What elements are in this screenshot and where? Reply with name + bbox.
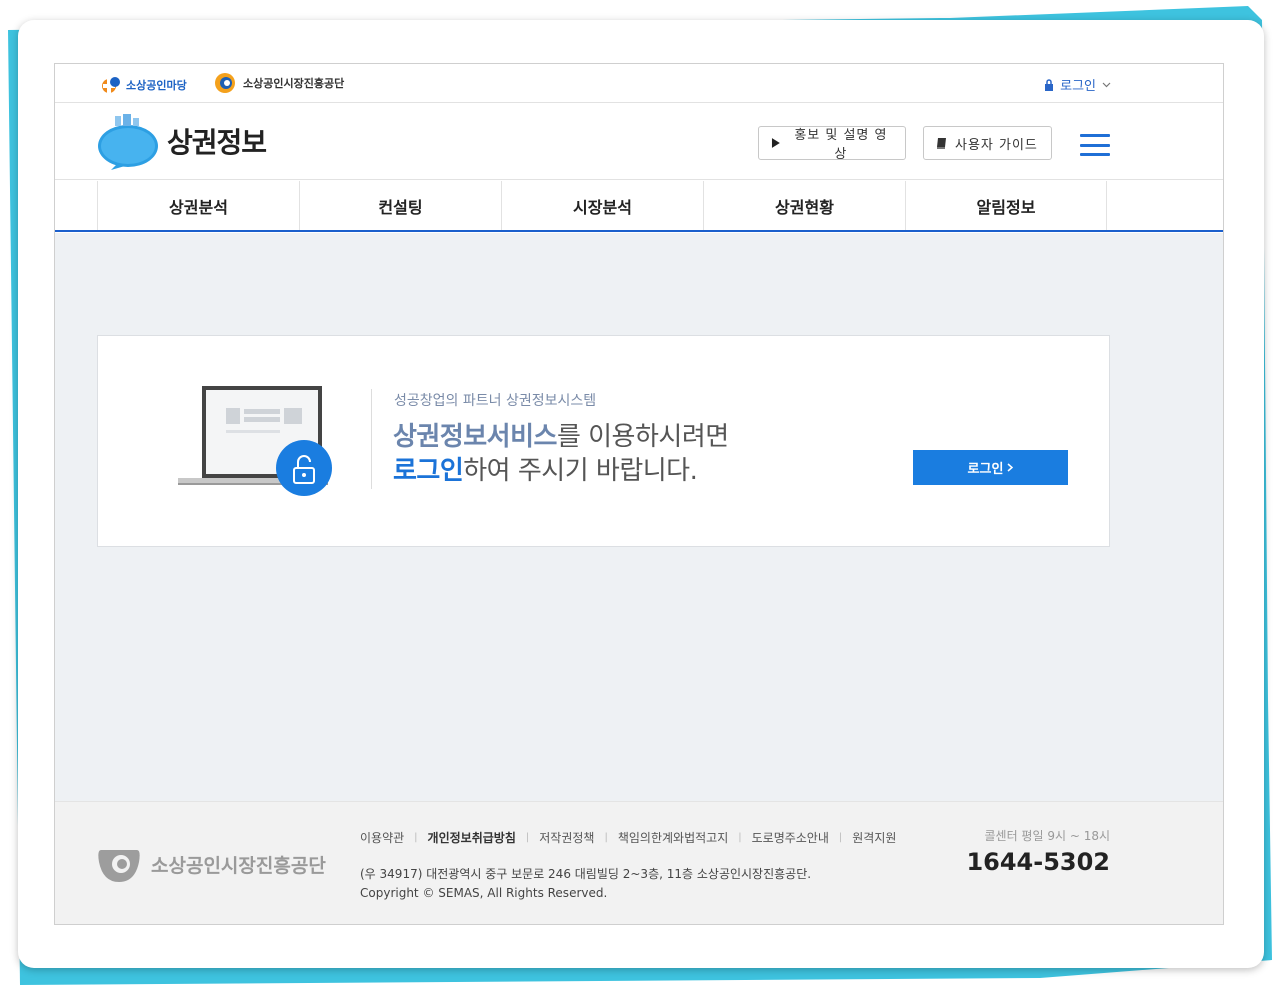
laptop-lock-illustration	[178, 386, 332, 496]
sbiz-logo-link[interactable]: 소상공인마당	[100, 74, 187, 96]
call-center-hours: 콜센터 평일 9시 ~ 18시	[984, 829, 1111, 843]
promo-video-button[interactable]: 홍보 및 설명 영상	[758, 126, 906, 162]
nav-item-status[interactable]: 상권현황	[703, 181, 905, 230]
footer-link-terms[interactable]: 이용약관	[360, 829, 404, 846]
top-login-link[interactable]: 로그인	[1044, 75, 1111, 94]
message-line1-rest: 를 이용하시려면	[556, 422, 729, 452]
semas-logo-text: 소상공인시장진흥공단	[243, 77, 345, 90]
login-required-panel: 성공창업의 파트너 상권정보시스템 상권정보서비스를 이용하시려면 로그인하여 …	[97, 335, 1110, 547]
footer-links: 이용약관 | 개인정보취급방침 | 저작권정책 | 책임의한계와법적고지 | 도…	[360, 829, 897, 846]
nav-item-analysis[interactable]: 상권분석	[97, 181, 299, 230]
footer-link-copyright[interactable]: 저작권정책	[539, 829, 594, 846]
main-content: 성공창업의 파트너 상권정보시스템 상권정보서비스를 이용하시려면 로그인하여 …	[55, 233, 1223, 801]
call-center-number: 1644-5302	[966, 848, 1110, 876]
site-header: 상권정보 홍보 및 설명 영상 사용자 가이드	[55, 104, 1223, 180]
footer-logo: 소상공인시장진흥공단	[97, 844, 326, 884]
chevron-right-icon	[1007, 463, 1014, 472]
user-guide-label: 사용자 가이드	[955, 137, 1038, 153]
message-line2-rest: 하여 주시기 바랍니다.	[463, 456, 698, 486]
nav-item-consulting[interactable]: 컨설팅	[299, 181, 501, 230]
nav-item-market[interactable]: 시장분석	[501, 181, 703, 230]
user-guide-button[interactable]: 사용자 가이드	[923, 126, 1052, 160]
panel-message: 상권정보서비스를 이용하시려면 로그인하여 주시기 바랍니다.	[393, 420, 729, 488]
panel-divider	[371, 389, 372, 489]
menu-icon[interactable]	[1080, 134, 1110, 156]
footer-copyright: Copyright © SEMAS, All Rights Reserved.	[360, 886, 608, 900]
lock-icon	[1045, 78, 1054, 91]
footer-link-privacy[interactable]: 개인정보취급방침	[428, 829, 516, 846]
main-nav: 상권분석 컨설팅 시장분석 상권현황 알림정보	[55, 181, 1223, 232]
footer-link-remote-support[interactable]: 원격지원	[852, 829, 896, 846]
semas-footer-logo-icon	[98, 850, 140, 882]
sangkwon-badge-icon	[98, 114, 158, 170]
sbiz-logo-icon	[102, 77, 120, 94]
play-icon	[771, 138, 780, 148]
panel-tagline: 성공창업의 파트너 상권정보시스템	[394, 393, 597, 409]
footer-org-name: 소상공인시장진흥공단	[151, 854, 326, 877]
semas-logo-icon	[215, 73, 235, 93]
site-logo[interactable]: 상권정보	[97, 112, 267, 170]
login-button[interactable]: 로그인	[913, 450, 1068, 485]
message-service-name: 상권정보서비스	[393, 422, 557, 452]
chevron-down-icon	[1102, 82, 1111, 87]
footer-address: (우 34917) 대전광역시 중구 보문로 246 대림빌딩 2~3층, 11…	[360, 867, 812, 881]
sbiz-logo-text: 소상공인마당	[126, 79, 187, 92]
semas-logo-link[interactable]: 소상공인시장진흥공단	[213, 72, 344, 94]
site-title: 상권정보	[167, 126, 267, 159]
footer-link-disclaimer[interactable]: 책임의한계와법적고지	[618, 829, 728, 846]
message-login-word: 로그인	[393, 456, 464, 486]
login-button-label: 로그인	[967, 462, 1004, 477]
top-login-label: 로그인	[1060, 79, 1096, 94]
book-icon	[937, 137, 946, 149]
footer-link-road-address[interactable]: 도로명주소안내	[752, 829, 829, 846]
utility-bar: 소상공인마당 소상공인시장진흥공단 로그인	[55, 64, 1223, 103]
browser-page: 소상공인마당 소상공인시장진흥공단 로그인 상권정보 홍보 및 설명 영상 사용…	[54, 63, 1224, 925]
promo-video-label: 홍보 및 설명 영상	[794, 128, 888, 162]
site-footer: 소상공인시장진흥공단 이용약관 | 개인정보취급방침 | 저작권정책 | 책임의…	[55, 801, 1223, 924]
nav-item-notice[interactable]: 알림정보	[905, 181, 1107, 230]
